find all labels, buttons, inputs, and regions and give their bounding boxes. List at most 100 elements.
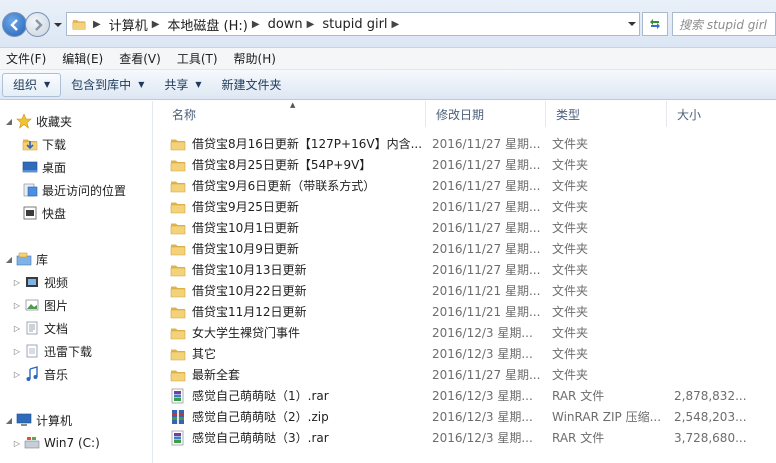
file-name: 感觉自己萌萌哒（1）.rar	[192, 389, 329, 403]
file-name: 其它	[192, 347, 217, 361]
menu-edit[interactable]: 编辑(E)	[56, 50, 109, 67]
breadcrumb-separator[interactable]: ▶	[392, 19, 400, 30]
file-name: 借贷宝10月1日更新	[192, 221, 299, 235]
chevron-down-icon: ▼	[44, 80, 51, 89]
nav-item-label: 迅雷下载	[44, 344, 93, 359]
include-in-library-button[interactable]: 包含到库中 ▼	[61, 73, 154, 97]
file-name: 借贷宝10月9日更新	[192, 242, 299, 256]
address-bar-area: ▶ 计算机 ▶ 本地磁盘 (H:) ▶ down ▶ stupid girl ▶…	[0, 0, 776, 48]
file-row[interactable]: 借贷宝11月12日更新 2016/11/21 星期... 文件夹	[154, 301, 776, 322]
file-modified-date: 2016/12/3 星期...	[432, 389, 533, 403]
arrow-right-icon	[34, 18, 43, 31]
file-type: 文件夹	[552, 368, 589, 382]
file-row[interactable]: 感觉自己萌萌哒（3）.rar 2016/12/3 星期... RAR 文件 3,728…	[154, 427, 776, 448]
recent-pages-chevron-icon[interactable]	[53, 20, 63, 30]
refresh-button[interactable]	[642, 12, 668, 36]
file-row[interactable]: 最新全套 2016/11/27 星期... 文件夹	[154, 364, 776, 385]
file-type: 文件夹	[552, 137, 589, 151]
nav-favorites[interactable]: ◢ 收藏夹	[4, 111, 72, 131]
menu-help[interactable]: 帮助(H)	[228, 50, 282, 67]
file-size: 2,548,203...	[674, 409, 747, 424]
collapsed-arrow-icon[interactable]: ▷	[12, 347, 22, 356]
nav-item-recent-places[interactable]: 最近访问的位置	[20, 180, 126, 200]
file-row[interactable]: 借贷宝10月22日更新 2016/11/21 星期... 文件夹	[154, 280, 776, 301]
address-path[interactable]: ▶ 计算机 ▶ 本地磁盘 (H:) ▶ down ▶ stupid girl ▶	[66, 12, 640, 36]
collapsed-arrow-icon[interactable]: ▷	[12, 301, 22, 310]
breadcrumb-separator[interactable]: ▶	[307, 19, 315, 30]
nav-item-kuaipan[interactable]: 快盘	[20, 203, 66, 223]
recent-places-icon	[23, 183, 38, 197]
share-button[interactable]: 共享 ▼	[154, 73, 211, 97]
breadcrumb-drive-h[interactable]: 本地磁盘 (H:)	[165, 13, 249, 35]
nav-item-music[interactable]: ▷ 音乐	[12, 364, 68, 384]
nav-item-documents[interactable]: ▷ 文档	[12, 318, 68, 338]
forward-button[interactable]	[25, 12, 50, 37]
file-modified-date: 2016/12/3 星期...	[432, 410, 533, 424]
back-button[interactable]	[2, 12, 27, 37]
nav-item-drive-c[interactable]: ▷ Win7 (C:)	[12, 433, 100, 453]
file-row[interactable]: 借贷宝8月25日更新【54P+9V】 2016/11/27 星期... 文件夹	[154, 154, 776, 175]
command-bar: 组织 ▼ 包含到库中 ▼ 共享 ▼ 新建文件夹	[0, 70, 776, 100]
address-dropdown-icon[interactable]	[627, 19, 637, 29]
nav-item-label: 文档	[44, 321, 69, 336]
collapsed-arrow-icon[interactable]: ▷	[12, 370, 22, 379]
breadcrumb-separator[interactable]: ▶	[252, 19, 260, 30]
desktop-icon	[22, 161, 38, 173]
nav-item-desktop[interactable]: 桌面	[20, 157, 66, 177]
nav-libraries[interactable]: ◢ 库	[4, 249, 48, 269]
file-row[interactable]: 借贷宝10月9日更新 2016/11/27 星期... 文件夹	[154, 238, 776, 259]
folder-icon	[170, 346, 186, 362]
expand-arrow-icon[interactable]: ◢	[4, 117, 14, 126]
file-name: 借贷宝10月13日更新	[192, 263, 307, 277]
file-row[interactable]: 借贷宝8月16日更新【127P+16V】内含... 2016/11/27 星期..…	[154, 133, 776, 154]
menu-file[interactable]: 文件(F)	[0, 50, 52, 67]
search-input[interactable]: 搜索 stupid girl	[672, 12, 776, 36]
nav-item-label: 音乐	[44, 367, 69, 382]
windows-drive-icon	[24, 437, 40, 449]
column-header-type[interactable]: 类型	[546, 101, 667, 127]
file-type: 文件夹	[552, 179, 589, 193]
nav-item-videos[interactable]: ▷ 视频	[12, 272, 68, 292]
breadcrumb-separator[interactable]: ▶	[93, 19, 101, 30]
folder-icon	[170, 199, 186, 215]
column-header-size[interactable]: 大小	[667, 101, 776, 127]
collapsed-arrow-icon[interactable]: ▷	[12, 324, 22, 333]
file-row[interactable]: 其它 2016/12/3 星期... 文件夹	[154, 343, 776, 364]
file-type: 文件夹	[552, 284, 589, 298]
file-name: 女大学生裸贷门事件	[192, 326, 301, 340]
share-label: 共享	[164, 78, 189, 92]
expand-arrow-icon[interactable]: ◢	[4, 416, 14, 425]
pictures-icon	[25, 299, 39, 311]
new-folder-button[interactable]: 新建文件夹	[212, 73, 292, 97]
nav-item-pictures[interactable]: ▷ 图片	[12, 295, 68, 315]
file-row[interactable]: 感觉自己萌萌哒（1）.rar 2016/12/3 星期... RAR 文件 2,878…	[154, 385, 776, 406]
breadcrumb-down[interactable]: down	[266, 13, 305, 35]
file-row[interactable]: 借贷宝10月1日更新 2016/11/27 星期... 文件夹	[154, 217, 776, 238]
file-modified-date: 2016/12/3 星期...	[432, 431, 533, 445]
organize-button[interactable]: 组织 ▼	[2, 72, 62, 97]
file-row[interactable]: 感觉自己萌萌哒（2）.zip 2016/12/3 星期... WinRAR ZIP …	[154, 406, 776, 427]
folder-icon	[170, 304, 186, 320]
rar-archive-icon	[170, 388, 186, 404]
breadcrumb-stupid-girl[interactable]: stupid girl	[320, 13, 389, 35]
file-row[interactable]: 借贷宝9月25日更新 2016/11/27 星期... 文件夹	[154, 196, 776, 217]
menu-view[interactable]: 查看(V)	[113, 50, 167, 67]
file-row[interactable]: 女大学生裸贷门事件 2016/12/3 星期... 文件夹	[154, 322, 776, 343]
column-header-date[interactable]: 修改日期	[426, 101, 546, 127]
nav-computer[interactable]: ◢ 计算机	[4, 410, 72, 430]
collapsed-arrow-icon[interactable]: ▷	[12, 278, 22, 287]
nav-item-thunder-downloads[interactable]: ▷ 迅雷下载	[12, 341, 92, 361]
column-header-name[interactable]: 名称	[162, 101, 426, 127]
file-row[interactable]: 借贷宝10月13日更新 2016/11/27 星期... 文件夹	[154, 259, 776, 280]
folder-icon	[170, 157, 186, 173]
music-icon	[26, 366, 38, 381]
breadcrumb-computer[interactable]: 计算机	[107, 13, 150, 35]
nav-item-downloads[interactable]: 下载	[20, 134, 66, 154]
collapsed-arrow-icon[interactable]: ▷	[12, 439, 22, 448]
zip-archive-icon	[170, 409, 186, 425]
file-row[interactable]: 借贷宝9月6日更新（带联系方式） 2016/11/27 星期... 文件夹	[154, 175, 776, 196]
expand-arrow-icon[interactable]: ◢	[4, 255, 14, 264]
menu-tools[interactable]: 工具(T)	[171, 50, 224, 67]
breadcrumb-separator[interactable]: ▶	[152, 19, 160, 30]
file-type: 文件夹	[552, 326, 589, 340]
